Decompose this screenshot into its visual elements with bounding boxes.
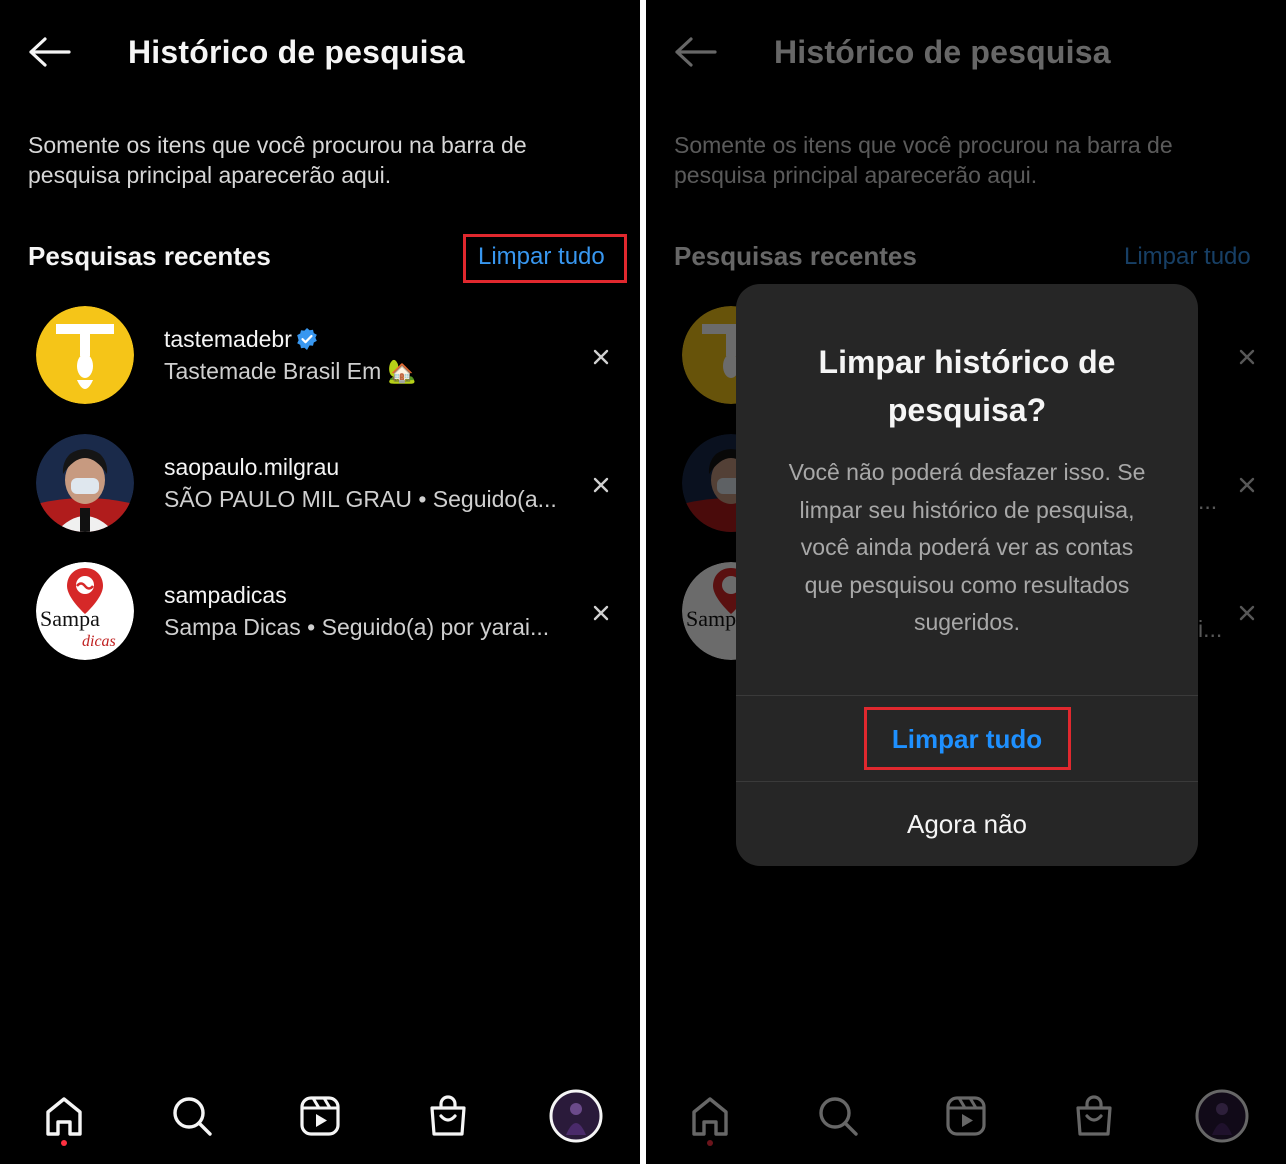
header: Histórico de pesquisa [0, 0, 640, 104]
subtitle: SÃO PAULO MIL GRAU • Seguido(a... [164, 486, 557, 512]
header: Histórico de pesquisa [646, 0, 1286, 104]
nav-reels[interactable] [292, 1088, 348, 1144]
search-history-screen: Histórico de pesquisa Somente os itens q… [0, 0, 640, 1164]
remove-button[interactable] [588, 472, 614, 498]
confirm-clear-button[interactable]: Limpar tudo [736, 696, 1198, 782]
shop-icon [430, 1095, 466, 1136]
bottom-nav [0, 1080, 640, 1150]
nav-search[interactable] [810, 1088, 866, 1144]
bottom-nav [646, 1080, 1286, 1150]
nav-reels[interactable] [938, 1088, 994, 1144]
avatar [36, 434, 134, 532]
cancel-button[interactable]: Agora não [736, 782, 1198, 866]
username: saopaulo.milgrau [164, 454, 340, 480]
remove-button[interactable] [588, 344, 614, 370]
avatar [36, 306, 134, 404]
nav-profile[interactable] [1194, 1088, 1250, 1144]
nav-home[interactable] [36, 1088, 92, 1144]
confirm-label: Limpar tudo [891, 723, 1043, 754]
subtitle-suffix: ... [1198, 488, 1218, 514]
avatar: Sampa dicas [36, 562, 134, 660]
home-icon [692, 1097, 728, 1136]
clear-history-dialog: Limpar histórico de pesquisa? Você não p… [736, 284, 1198, 866]
reels-icon [300, 1096, 340, 1136]
section-title: Pesquisas recentes [28, 241, 271, 271]
username: sampadicas [164, 582, 287, 608]
close-icon [1239, 605, 1255, 621]
description-text: Somente os itens que você procurou na ba… [28, 132, 527, 188]
svg-text:Sampa: Sampa [40, 606, 100, 631]
dialog-body: Você não poderá desfazer isso. Se limpar… [788, 459, 1146, 635]
profile-avatar [549, 1089, 603, 1143]
nav-shop[interactable] [1066, 1088, 1122, 1144]
subtitle: Sampa Dicas • Seguido(a) por yarai... [164, 614, 550, 640]
remove-button[interactable] [1234, 344, 1260, 370]
section-title: Pesquisas recentes [674, 241, 917, 271]
cancel-label: Agora não [907, 808, 1027, 839]
close-icon [593, 605, 609, 621]
dialog-title: Limpar histórico de pesquisa? [818, 344, 1116, 428]
verified-badge-icon [297, 328, 317, 350]
clear-all-link[interactable]: Limpar tudo [1124, 240, 1251, 274]
back-button[interactable] [24, 30, 74, 74]
username: tastemadebr [164, 326, 292, 352]
nav-shop[interactable] [420, 1088, 476, 1144]
profile-avatar [1195, 1089, 1249, 1143]
description-text: Somente os itens que você procurou na ba… [674, 132, 1173, 188]
list-item[interactable]: Sampa dicas sampadicas Sampa Dicas • Seg… [0, 546, 640, 674]
close-icon [593, 477, 609, 493]
close-icon [593, 349, 609, 365]
clear-all-link[interactable]: Limpar tudo [478, 240, 605, 274]
search-history-screen-with-dialog: Histórico de pesquisa Somente os itens q… [646, 0, 1286, 1164]
svg-text:dicas: dicas [82, 633, 116, 650]
remove-button[interactable] [588, 600, 614, 626]
page-title: Histórico de pesquisa [128, 34, 465, 70]
shop-icon [1076, 1095, 1112, 1136]
close-icon [1239, 477, 1255, 493]
list-item[interactable]: saopaulo.milgrau SÃO PAULO MIL GRAU • Se… [0, 418, 640, 546]
back-button[interactable] [670, 30, 720, 74]
arrow-left-icon [29, 37, 71, 67]
remove-button[interactable] [1234, 472, 1260, 498]
home-icon [46, 1097, 82, 1136]
nav-profile[interactable] [548, 1088, 604, 1144]
search-icon [173, 1097, 212, 1136]
nav-search[interactable] [164, 1088, 220, 1144]
subtitle: Tastemade Brasil Em 🏡 [164, 358, 417, 384]
subtitle-suffix: i... [1198, 616, 1223, 642]
page-title: Histórico de pesquisa [774, 34, 1111, 70]
nav-home[interactable] [682, 1088, 738, 1144]
close-icon [1239, 349, 1255, 365]
remove-button[interactable] [1234, 600, 1260, 626]
reels-icon [946, 1096, 986, 1136]
list-item[interactable]: tastemadebr Tastemade Brasil Em 🏡 [0, 290, 640, 418]
search-icon [819, 1097, 858, 1136]
recent-searches-list: tastemadebr Tastemade Brasil Em 🏡 saopau… [0, 290, 640, 674]
notification-dot [61, 1140, 67, 1146]
arrow-left-icon [675, 37, 717, 67]
notification-dot [707, 1140, 713, 1146]
